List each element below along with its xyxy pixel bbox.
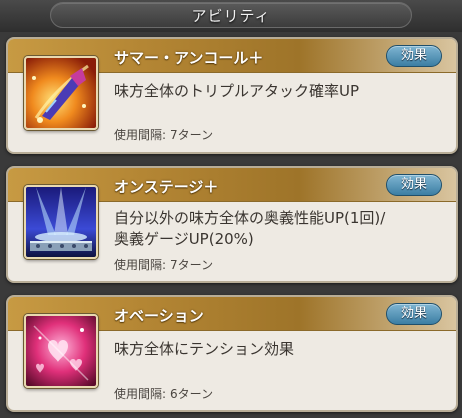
cooldown-value: 7ターン xyxy=(170,258,214,272)
header-title: アビリティ xyxy=(191,7,271,25)
cooldown-label: 使用間隔: xyxy=(114,128,167,142)
cooldown-value: 6ターン xyxy=(170,387,214,401)
effect-button[interactable]: 効果 xyxy=(386,45,442,67)
ability-description: 味方全体にテンション効果 xyxy=(114,339,450,360)
ability-card-summer-encore: サマー・アンコール＋ 効果 味方全体のトリプルアタック確率UP 使用間隔: 7ター… xyxy=(6,37,458,154)
ability-description: 自分以外の味方全体の奥義性能UP(1回)/ 奥義ゲージUP(20%) xyxy=(114,208,450,250)
cooldown-label: 使用間隔: xyxy=(114,258,167,272)
effect-button[interactable]: 効果 xyxy=(386,303,442,325)
ability-card-on-stage: オンステージ＋ 効果 自分以外の味方全体の奥義性能UP(1回)/ 奥義ゲージUP… xyxy=(6,166,458,283)
cooldown: 使用間隔: 7ターン xyxy=(114,126,213,143)
cooldown: 使用間隔: 7ターン xyxy=(114,256,213,273)
cooldown-label: 使用間隔: xyxy=(114,387,167,401)
description-line: 味方全体のトリプルアタック確率UP xyxy=(114,82,360,100)
ability-card-ovation: オベーション 効果 味方全体にテンション効果 使用間隔: 6ターン xyxy=(6,295,458,412)
ability-name: サマー・アンコール＋ xyxy=(114,49,264,67)
stage-spotlight-icon xyxy=(24,185,98,259)
description-line: 奥義ゲージUP(20%) xyxy=(114,230,254,248)
ability-description: 味方全体のトリプルアタック確率UP xyxy=(114,81,450,102)
encore-flame-icon xyxy=(24,56,98,130)
description-line: 味方全体にテンション効果 xyxy=(114,340,295,358)
description-line: 自分以外の味方全体の奥義性能UP(1回)/ xyxy=(114,209,386,227)
effect-button[interactable]: 効果 xyxy=(386,174,442,196)
ability-header: アビリティ xyxy=(0,0,462,32)
ability-name: オンステージ＋ xyxy=(114,178,219,196)
cooldown: 使用間隔: 6ターン xyxy=(114,385,213,402)
cooldown-value: 7ターン xyxy=(170,128,214,142)
ability-name: オベーション xyxy=(114,307,204,325)
ovation-hearts-icon xyxy=(24,314,98,388)
